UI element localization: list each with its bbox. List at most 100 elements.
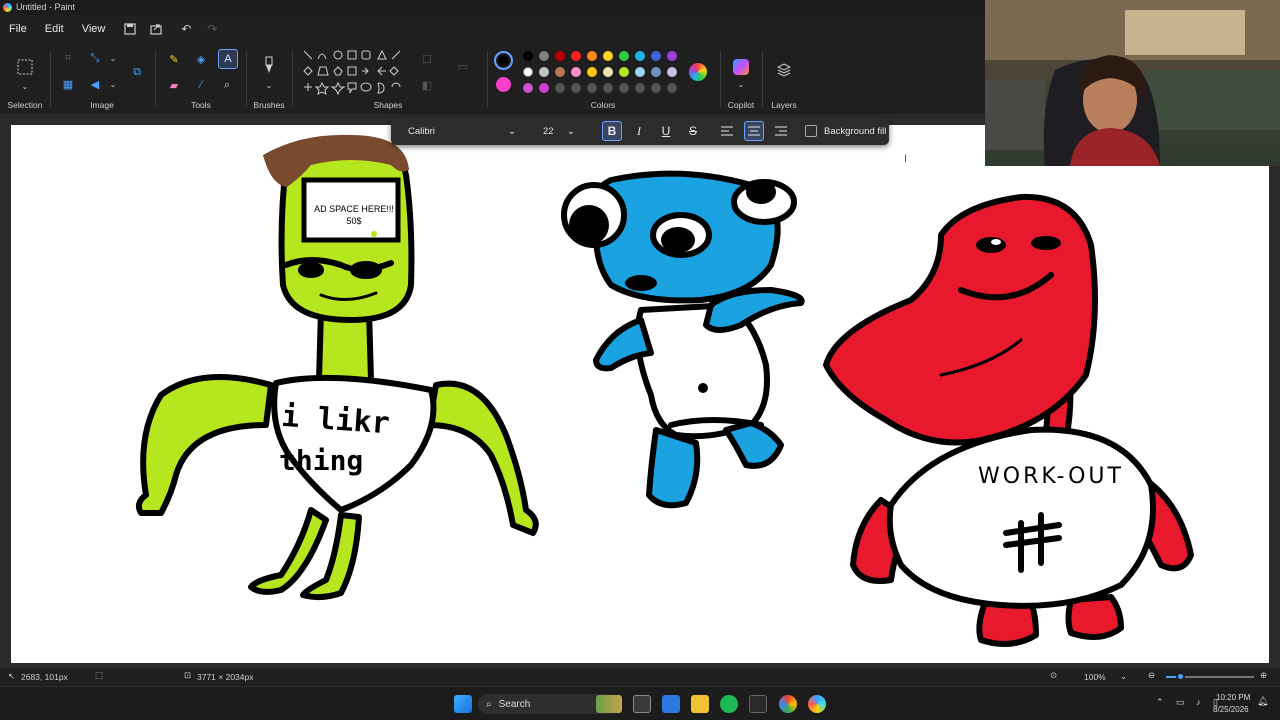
shapes-gallery[interactable] <box>302 49 406 99</box>
zoom-slider-thumb[interactable] <box>1176 672 1185 681</box>
secondary-color-swatch[interactable] <box>496 77 511 92</box>
clock-time[interactable]: 10:20 PM <box>1216 693 1250 702</box>
align-center-icon[interactable] <box>744 121 764 141</box>
zoom-out-icon[interactable]: ⊖ <box>1148 670 1155 681</box>
copilot-dropdown-icon[interactable]: ⌄ <box>732 75 750 93</box>
brush-icon[interactable] <box>259 55 279 75</box>
color-swatch[interactable] <box>667 67 677 77</box>
task-view-icon[interactable] <box>633 695 651 713</box>
color-picker-icon[interactable]: ⁄ <box>192 76 210 94</box>
rotate-dropdown-icon[interactable]: ⌄ <box>104 75 122 93</box>
italic-button[interactable]: I <box>629 121 649 141</box>
selection-dropdown-icon[interactable]: ⌄ <box>16 77 34 95</box>
menu-view[interactable]: View <box>73 23 115 35</box>
fill-style-icon[interactable]: ◧ <box>418 76 436 94</box>
widgets-icon[interactable] <box>596 695 622 713</box>
clock-date[interactable]: 8/25/2026 <box>1213 705 1249 714</box>
file-explorer-icon[interactable] <box>691 695 709 713</box>
selection-icon[interactable] <box>15 57 35 77</box>
outline-icon[interactable]: ☐ <box>418 50 436 68</box>
color-swatch[interactable] <box>651 67 661 77</box>
chrome-icon[interactable] <box>779 695 797 713</box>
text-format-toolbar: Calibri ⌄ 22 ⌄ B I U S Background fill <box>391 117 889 145</box>
color-swatch[interactable] <box>651 51 661 61</box>
fill-icon[interactable]: ◈ <box>192 50 210 68</box>
zoom-dropdown-icon[interactable]: ⌄ <box>1120 671 1127 682</box>
strikethrough-button[interactable]: S <box>683 121 703 141</box>
bold-button[interactable]: B <box>602 121 622 141</box>
menu-edit[interactable]: Edit <box>36 23 73 35</box>
align-right-icon[interactable] <box>771 121 791 141</box>
resize-dropdown-icon[interactable]: ⌄ <box>104 49 122 67</box>
underline-button[interactable]: U <box>656 121 676 141</box>
align-left-icon[interactable] <box>717 121 737 141</box>
crop-icon[interactable]: ⌗ <box>59 49 77 67</box>
image-tools-icon[interactable]: ⧉ <box>126 61 148 83</box>
save-icon[interactable] <box>120 19 140 39</box>
windows-start-icon[interactable] <box>454 695 472 713</box>
color-swatch[interactable] <box>667 83 677 93</box>
color-swatch[interactable] <box>635 67 645 77</box>
color-swatch[interactable] <box>619 83 629 93</box>
color-swatch[interactable] <box>635 51 645 61</box>
color-swatch[interactable] <box>603 51 613 61</box>
color-swatch[interactable] <box>635 83 645 93</box>
pencil-icon[interactable]: ✎ <box>165 50 183 68</box>
text-tool-icon[interactable]: A <box>218 49 238 69</box>
color-swatch[interactable] <box>587 51 597 61</box>
background-fill-checkbox[interactable]: Background fill <box>805 125 886 137</box>
canvas-size: 3771 × 2034px <box>197 672 254 682</box>
brush-dropdown-icon[interactable]: ⌄ <box>260 76 278 94</box>
copilot-icon[interactable] <box>733 59 749 75</box>
notepad-icon[interactable] <box>662 695 680 713</box>
color-swatch[interactable] <box>571 67 581 77</box>
color-swatch[interactable] <box>619 51 629 61</box>
color-swatch[interactable] <box>571 51 581 61</box>
spotify-icon[interactable] <box>720 695 738 713</box>
undo-icon[interactable]: ↶ <box>176 19 196 39</box>
volume-icon[interactable]: ♪ <box>1196 697 1201 707</box>
zoom-in-icon[interactable]: ⊕ <box>1260 670 1267 681</box>
webcam-overlay <box>985 0 1280 166</box>
color-swatch[interactable] <box>555 67 565 77</box>
color-swatch[interactable] <box>555 83 565 93</box>
primary-color-swatch[interactable] <box>494 51 513 70</box>
color-swatch[interactable] <box>555 51 565 61</box>
color-swatch[interactable] <box>523 51 533 61</box>
resize-icon[interactable]: ⤡ <box>86 49 104 67</box>
edit-colors-icon[interactable] <box>689 63 707 81</box>
zoom-level[interactable]: 100% <box>1084 672 1106 682</box>
color-swatch[interactable] <box>523 67 533 77</box>
menu-file[interactable]: File <box>0 23 36 35</box>
color-swatch[interactable] <box>539 83 549 93</box>
eraser-icon[interactable]: ▰ <box>165 76 183 94</box>
color-swatch[interactable] <box>539 67 549 77</box>
color-swatch[interactable] <box>587 67 597 77</box>
shape-style-icon[interactable]: ▭ <box>454 57 472 75</box>
redo-icon[interactable]: ↷ <box>202 19 222 39</box>
color-swatch[interactable] <box>603 83 613 93</box>
color-swatch[interactable] <box>571 83 581 93</box>
select-all-icon[interactable]: ▦ <box>59 75 77 93</box>
tray-chevron-icon[interactable]: ⌃ <box>1156 697 1164 708</box>
color-swatch[interactable] <box>523 83 533 93</box>
color-swatch[interactable] <box>603 67 613 77</box>
notifications-icon[interactable]: 🔔︎ <box>1257 696 1268 707</box>
zoom-slider[interactable] <box>1166 672 1254 681</box>
color-swatch[interactable] <box>619 67 629 77</box>
rotate-icon[interactable]: ◀ <box>86 75 104 93</box>
paint-taskbar-icon[interactable] <box>808 695 826 713</box>
fit-to-window-icon[interactable]: ⊙ <box>1050 670 1057 681</box>
color-swatch[interactable] <box>667 51 677 61</box>
font-family-select[interactable]: Calibri ⌄ <box>400 121 524 141</box>
color-swatch[interactable] <box>587 83 597 93</box>
network-icon[interactable]: ▭ <box>1176 697 1185 708</box>
drawing-canvas[interactable]: AD SPACE HERE!!! 50$ i likr thing WORK-O… <box>11 125 1269 663</box>
magnifier-icon[interactable]: ⌕ <box>218 76 236 94</box>
share-icon[interactable] <box>146 19 166 39</box>
font-size-select[interactable]: 22 ⌄ <box>538 121 580 141</box>
layers-icon[interactable] <box>775 61 793 79</box>
color-swatch[interactable] <box>539 51 549 61</box>
color-swatch[interactable] <box>651 83 661 93</box>
hudfx-icon[interactable] <box>749 695 767 713</box>
